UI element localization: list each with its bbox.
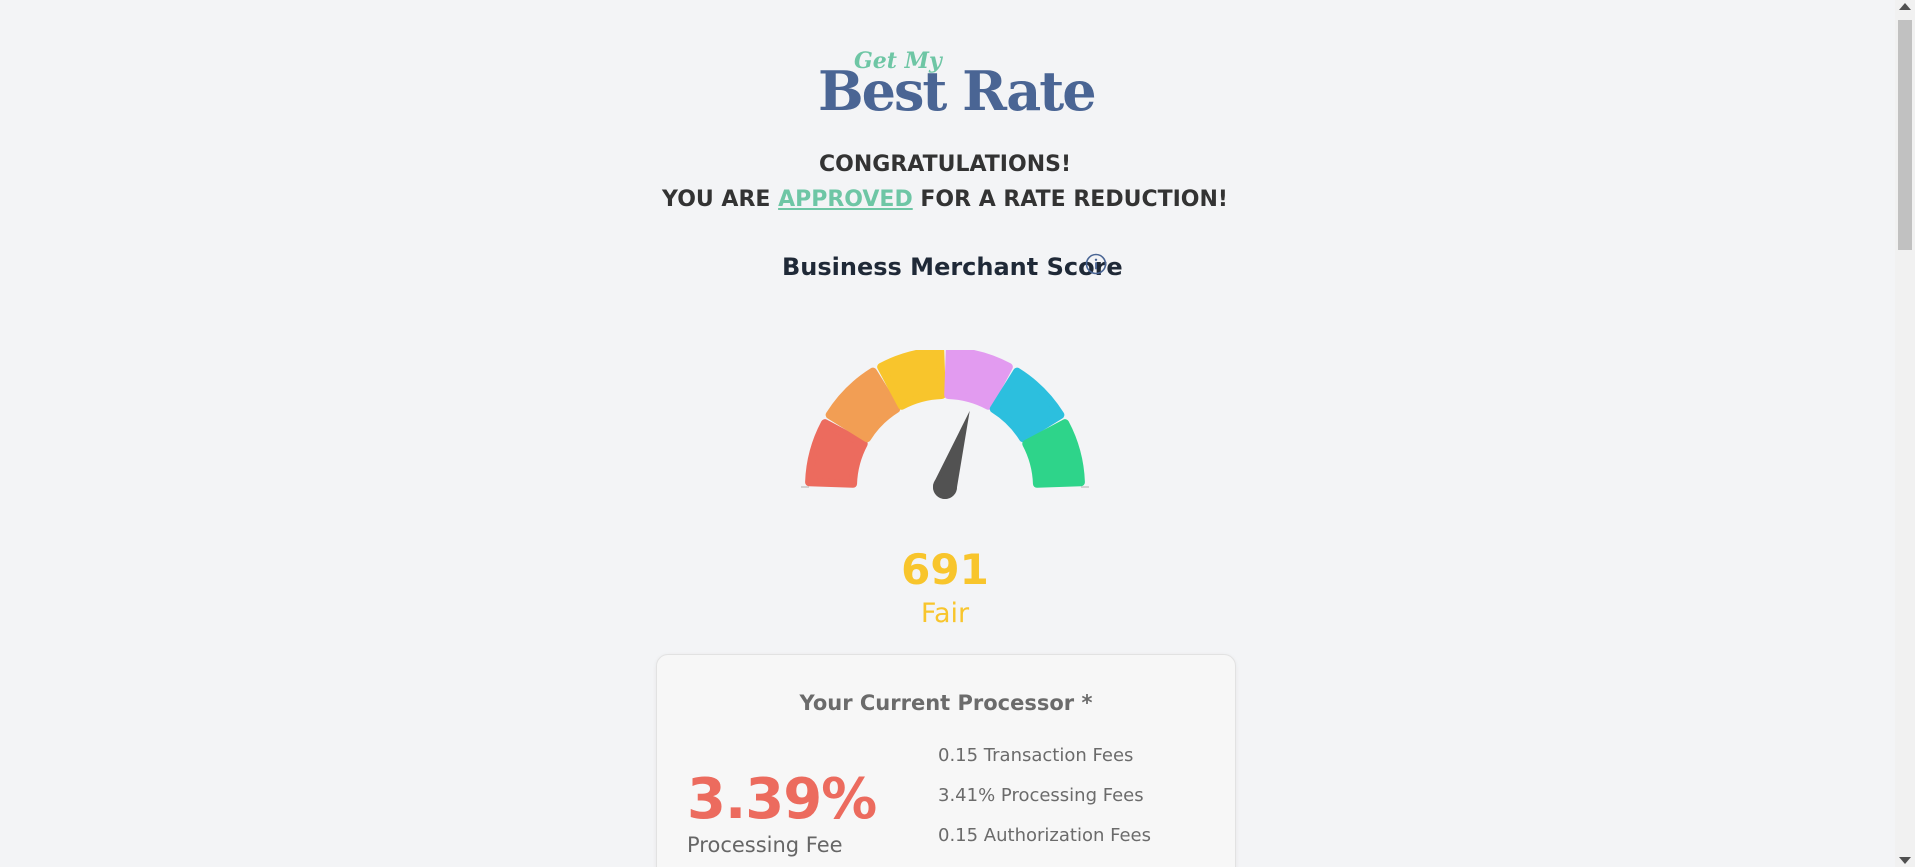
scroll-up-arrow-icon[interactable] — [1899, 3, 1911, 10]
page: Get My Best Rate CONGRATULATIONS! YOU AR… — [0, 0, 1915, 867]
info-circle-icon[interactable] — [1085, 253, 1107, 275]
authorization-fees: 0.15 Authorization Fees — [938, 825, 1151, 846]
logo[interactable]: Get My Best Rate — [818, 48, 1097, 120]
approval-heading: YOU ARE APPROVED FOR A RATE REDUCTION! — [0, 187, 1890, 212]
processing-fee-rate: 3.39% — [687, 767, 877, 832]
current-processor-title: Your Current Processor * — [799, 691, 1093, 715]
gauge-needle-hub — [933, 475, 957, 499]
current-processor-card: Your Current Processor * 3.39% Processin… — [656, 654, 1236, 867]
score-gauge-svg — [801, 347, 1089, 499]
scroll-down-arrow-icon[interactable] — [1899, 857, 1911, 864]
vertical-scrollbar[interactable] — [1895, 0, 1915, 867]
congratulations-heading: CONGRATULATIONS! — [819, 152, 1071, 177]
score-rating-label: Fair — [920, 598, 970, 629]
processing-fees: 3.41% Processing Fees — [938, 785, 1144, 806]
processing-fee-caption: Processing Fee — [687, 833, 843, 857]
approval-prefix: YOU ARE — [662, 187, 779, 212]
approval-suffix: FOR A RATE REDUCTION! — [912, 187, 1228, 212]
main-content: Get My Best Rate CONGRATULATIONS! YOU AR… — [0, 0, 1895, 867]
scroll-thumb[interactable] — [1898, 20, 1912, 250]
transaction-fees: 0.15 Transaction Fees — [938, 745, 1134, 766]
score-title: Business Merchant Score — [782, 253, 1123, 281]
approved-highlight: APPROVED — [778, 187, 913, 212]
score-gauge — [795, 347, 1095, 500]
score-value: 691 — [901, 545, 989, 594]
logo-big-text: Best Rate — [818, 59, 1097, 123]
